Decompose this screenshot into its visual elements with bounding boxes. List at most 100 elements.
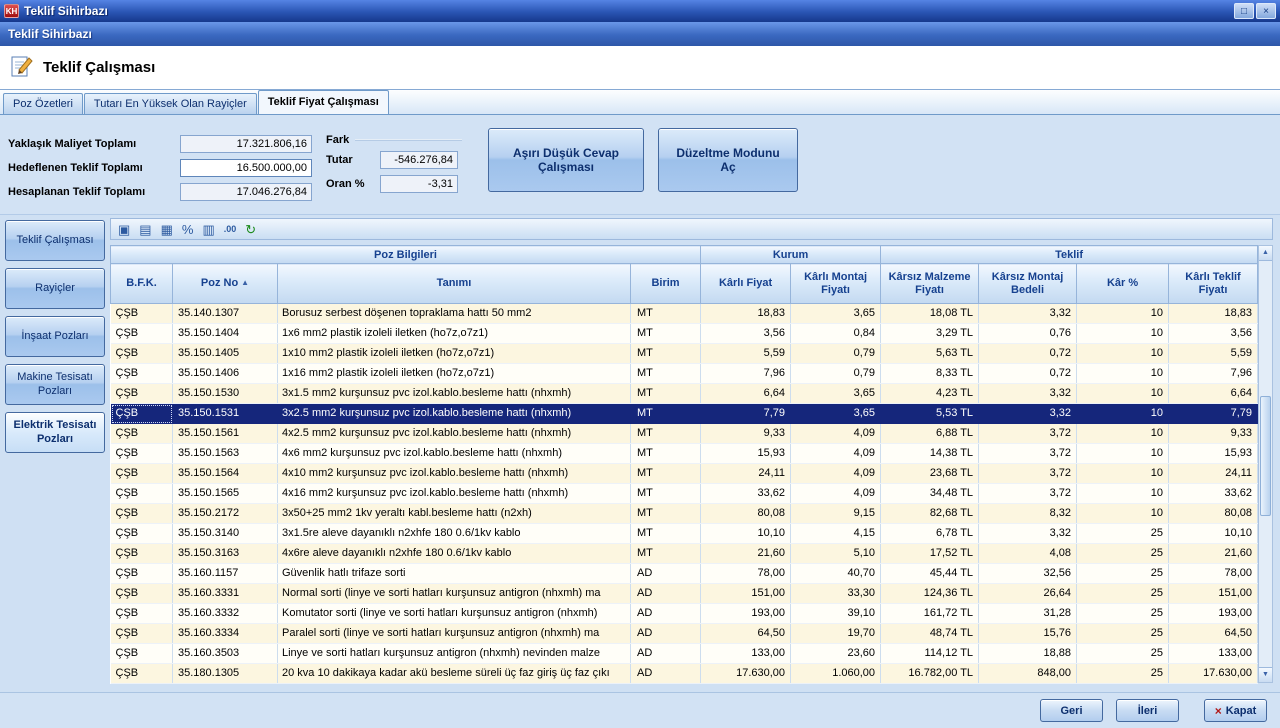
grid-cell[interactable]: 35.150.1563 [173,444,278,464]
column-header[interactable]: Tanımı [278,264,631,304]
table-row[interactable]: ÇŞB35.160.3503Linye ve sorti hatları kur… [111,644,1258,664]
grid-cell[interactable]: 35.140.1307 [173,304,278,324]
grid-cell[interactable]: 161,72 TL [881,604,979,624]
grid-cell[interactable]: 4,09 [791,464,881,484]
grid-cell[interactable]: 26,64 [979,584,1077,604]
grid-cell[interactable]: MT [631,364,701,384]
grid-cell[interactable]: Borusuz serbest döşenen topraklama hattı… [278,304,631,324]
grid-cell[interactable]: 16.782,00 TL [881,664,979,684]
sidebar-item-makine-tesisati-pozlari[interactable]: Makine Tesisatı Pozları [5,364,105,405]
duzeltme-modunu-ac-button[interactable]: Düzeltme Modunu Aç [658,128,798,192]
grid-cell[interactable]: AD [631,664,701,684]
grid-cell[interactable]: 31,28 [979,604,1077,624]
column-header[interactable]: Kârlı Teklif Fiyatı [1169,264,1258,304]
grid-cell[interactable]: ÇŞB [111,524,173,544]
grid-cell[interactable]: 40,70 [791,564,881,584]
grid-cell[interactable]: 25 [1077,584,1169,604]
grid-cell[interactable]: 18,83 [701,304,791,324]
grid-cell[interactable]: 10 [1077,484,1169,504]
grid-cell[interactable]: 0,72 [979,344,1077,364]
grid-cell[interactable]: 0,84 [791,324,881,344]
grid-cell[interactable]: Komutator sorti (linye ve sorti hatları … [278,604,631,624]
grid-cell[interactable]: 35.150.1404 [173,324,278,344]
ileri-button[interactable]: İleri [1116,699,1179,722]
grid-cell[interactable]: 24,11 [1169,464,1258,484]
grid-cell[interactable]: 8,33 TL [881,364,979,384]
grid-cell[interactable]: 1x6 mm2 plastik izoleli iletken (ho7z,o7… [278,324,631,344]
grid-cell[interactable]: AD [631,564,701,584]
grid-cell[interactable]: 3,32 [979,304,1077,324]
grid-cell[interactable]: MT [631,464,701,484]
grid-cell[interactable]: ÇŞB [111,564,173,584]
table-row[interactable]: ÇŞB35.150.15313x2.5 mm2 kurşunsuz pvc iz… [111,404,1258,424]
table-row[interactable]: ÇŞB35.160.3332Komutator sorti (linye ve … [111,604,1258,624]
grid-cell[interactable]: 1.060,00 [791,664,881,684]
grid-cell[interactable]: MT [631,324,701,344]
grid-cell[interactable]: ÇŞB [111,344,173,364]
grid-cell[interactable]: 35.160.3503 [173,644,278,664]
grid-cell[interactable]: 25 [1077,644,1169,664]
table-row[interactable]: ÇŞB35.150.14041x6 mm2 plastik izoleli il… [111,324,1258,344]
grid-cell[interactable]: 0,79 [791,364,881,384]
grid-cell[interactable]: 15,93 [1169,444,1258,464]
grid-cell[interactable]: Güvenlik hatlı trifaze sorti [278,564,631,584]
grid-cell[interactable]: MT [631,524,701,544]
grid-cell[interactable]: MT [631,444,701,464]
grid-cell[interactable]: MT [631,424,701,444]
grid-cell[interactable]: 3,32 [979,404,1077,424]
grid-cell[interactable]: Paralel sorti (linye ve sorti hatları ku… [278,624,631,644]
preview-icon[interactable]: ▣ [118,223,130,236]
grid-cell[interactable]: 4x2.5 mm2 kurşunsuz pvc izol.kablo.besle… [278,424,631,444]
grid-cell[interactable]: 10 [1077,364,1169,384]
geri-button[interactable]: Geri [1040,699,1103,722]
grid-cell[interactable]: 3,32 [979,524,1077,544]
grid-cell[interactable]: 15,76 [979,624,1077,644]
grid-cell[interactable]: 25 [1077,624,1169,644]
grid-cell[interactable]: 1x16 mm2 plastik izoleli iletken (ho7z,o… [278,364,631,384]
grid-cell[interactable]: 18,88 [979,644,1077,664]
grid-cell[interactable]: 4x10 mm2 kurşunsuz pvc izol.kablo.beslem… [278,464,631,484]
grid-cell[interactable]: 35.150.1565 [173,484,278,504]
grid-cell[interactable]: 10 [1077,424,1169,444]
grid-cell[interactable]: 10 [1077,324,1169,344]
tab-teklif-fiyat-calismasi[interactable]: Teklif Fiyat Çalışması [258,90,389,114]
grid-cell[interactable]: MT [631,384,701,404]
decimal-places-icon[interactable]: .00 [224,225,237,234]
grid-cell[interactable]: 4,08 [979,544,1077,564]
grid-cell[interactable]: 848,00 [979,664,1077,684]
grid-cell[interactable]: 21,60 [1169,544,1258,564]
grid-cell[interactable]: 3,72 [979,484,1077,504]
table-row[interactable]: ÇŞB35.150.15644x10 mm2 kurşunsuz pvc izo… [111,464,1258,484]
grid-cell[interactable]: ÇŞB [111,484,173,504]
column-header[interactable]: Kârsız Montaj Bedeli [979,264,1077,304]
grid-cell[interactable]: 18,08 TL [881,304,979,324]
grid-cell[interactable]: 5,10 [791,544,881,564]
grid-cell[interactable]: 25 [1077,564,1169,584]
table-row[interactable]: ÇŞB35.160.1157Güvenlik hatlı trifaze sor… [111,564,1258,584]
grid-cell[interactable]: MT [631,544,701,564]
grid-cell[interactable]: 35.150.1531 [173,404,278,424]
grid-cell[interactable]: 33,62 [1169,484,1258,504]
grid-cell[interactable]: 35.150.1530 [173,384,278,404]
grid-cell[interactable]: 9,15 [791,504,881,524]
grid-cell[interactable]: 33,62 [701,484,791,504]
refresh-icon[interactable]: ↻ [245,223,256,236]
table-row[interactable]: ÇŞB35.150.15303x1.5 mm2 kurşunsuz pvc iz… [111,384,1258,404]
grid-cell[interactable]: ÇŞB [111,444,173,464]
grid-cell[interactable]: 10 [1077,504,1169,524]
restore-button[interactable]: □ [1234,3,1254,19]
scroll-up-icon[interactable]: ▲ [1259,246,1272,261]
grid-cell[interactable]: 3,72 [979,464,1077,484]
grid-cell[interactable]: ÇŞB [111,584,173,604]
grid-cell[interactable]: 80,08 [1169,504,1258,524]
grid-cell[interactable]: 151,00 [701,584,791,604]
grid-cell[interactable]: 114,12 TL [881,644,979,664]
grid-cell[interactable]: 45,44 TL [881,564,979,584]
column-header[interactable]: B.F.K. [111,264,173,304]
vertical-scrollbar[interactable]: ▲ ▼ [1258,245,1273,683]
table-row[interactable]: ÇŞB35.150.14051x10 mm2 plastik izoleli i… [111,344,1258,364]
grid-cell[interactable]: 133,00 [701,644,791,664]
grid-cell[interactable]: 3,65 [791,404,881,424]
column-header[interactable]: Kârlı Fiyat [701,264,791,304]
grid-cell[interactable]: 17.630,00 [1169,664,1258,684]
